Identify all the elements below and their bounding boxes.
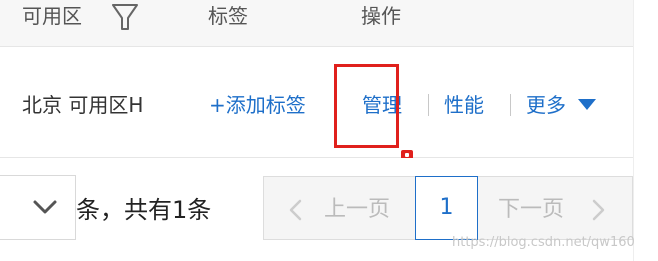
prev-page-label: 上一页 [324, 197, 391, 222]
page-number-current[interactable]: 1 [415, 176, 478, 240]
annotation-highlight-box [334, 64, 399, 148]
column-header-actions: 操作 [361, 4, 401, 28]
action-divider [428, 94, 429, 116]
column-header-tags: 标签 [208, 4, 248, 28]
caret-down-icon[interactable] [578, 97, 596, 111]
watermark-text: https://blog.csdn.net/qw160 [452, 235, 635, 250]
add-tag-link[interactable]: +添加标签 [209, 90, 306, 120]
filter-icon[interactable] [110, 2, 140, 32]
chevron-left-icon [289, 199, 302, 221]
next-page-label: 下一页 [498, 197, 565, 222]
table-header-row: 可用区 标签 操作 [0, 0, 633, 47]
column-header-zone: 可用区 [22, 4, 82, 28]
chevron-right-icon [592, 199, 605, 221]
table-scroll-edge [633, 0, 658, 261]
total-count-text: 条，共有1条 [76, 196, 212, 224]
performance-link[interactable]: 性能 [444, 90, 484, 120]
action-divider [510, 94, 511, 116]
zone-cell: 北京 可用区H [22, 93, 144, 117]
more-dropdown[interactable]: 更多 [526, 90, 566, 120]
chevron-down-icon[interactable] [32, 198, 58, 216]
